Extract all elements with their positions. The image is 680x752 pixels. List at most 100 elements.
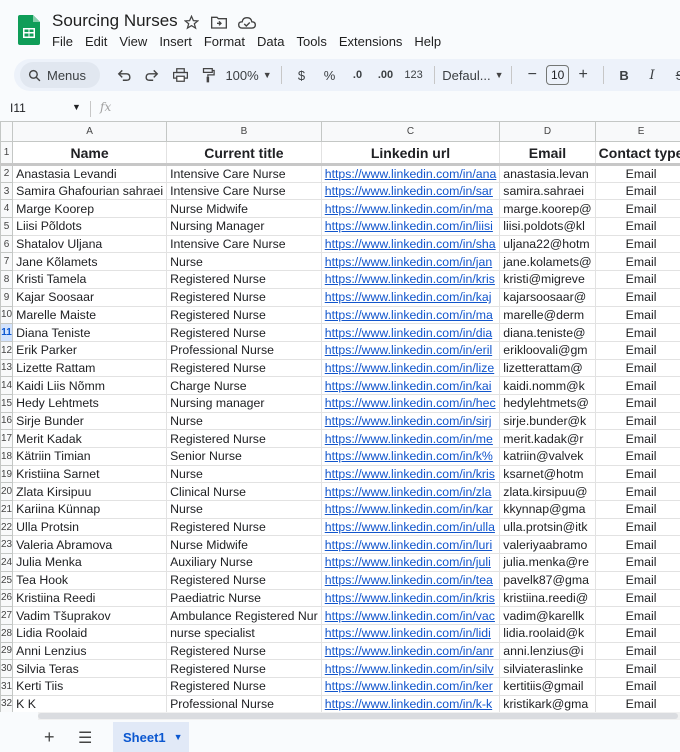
row-header[interactable]: 32 <box>0 694 14 712</box>
menu-edit[interactable]: Edit <box>85 34 113 49</box>
menu-format[interactable]: Format <box>204 34 251 49</box>
cell-contact-type[interactable]: Email <box>594 305 680 325</box>
cell-contact-type[interactable]: Email <box>594 482 680 502</box>
row-header[interactable]: 4 <box>0 199 14 219</box>
cell-title[interactable]: Registered Nurse <box>166 676 322 696</box>
cell-email[interactable]: kertitiis@gmail <box>499 676 596 696</box>
cell-name[interactable]: Erik Parker <box>12 340 168 360</box>
cell-email[interactable]: lizetterattam@ <box>499 358 596 378</box>
row-header[interactable]: 29 <box>0 641 14 661</box>
cell-email[interactable]: ksarnet@hotm <box>499 464 596 484</box>
cell-name[interactable]: Kätriin Timian <box>12 447 168 466</box>
row-header[interactable]: 27 <box>0 606 14 625</box>
cell-contact-type[interactable]: Email <box>594 606 680 625</box>
increase-decimal-button[interactable]: .00 <box>374 63 398 87</box>
sheets-logo-icon[interactable] <box>18 15 40 45</box>
cell-linkedin-url[interactable]: https://www.linkedin.com/in/lidi <box>320 623 501 643</box>
menu-tools[interactable]: Tools <box>296 34 332 49</box>
cell-contact-type[interactable]: Email <box>594 623 680 643</box>
cell-email[interactable]: hedylehtmets@ <box>499 393 596 413</box>
star-icon[interactable] <box>182 13 200 31</box>
column-header-e[interactable]: E <box>594 121 680 142</box>
cell-name[interactable]: Lidia Roolaid <box>12 623 168 643</box>
cell-linkedin-url[interactable]: https://www.linkedin.com/in/sirj <box>320 411 501 431</box>
cell-email[interactable]: kristikark@gma <box>499 694 596 712</box>
cell-linkedin-url[interactable]: https://www.linkedin.com/in/ker <box>320 676 501 696</box>
header-cell-name[interactable]: Name <box>12 141 168 166</box>
document-title[interactable]: Sourcing Nurses <box>52 11 178 31</box>
percent-format-button[interactable]: % <box>318 63 342 87</box>
cell-email[interactable]: kristi@migreve <box>499 270 596 289</box>
cell-email[interactable]: pavelk87@gma <box>499 570 596 590</box>
row-header[interactable]: 16 <box>0 411 14 431</box>
cell-contact-type[interactable]: Email <box>594 411 680 431</box>
cell-title[interactable]: Registered Nurse <box>166 358 322 378</box>
cell-name[interactable]: Lizette Rattam <box>12 358 168 378</box>
cell-email[interactable]: uljana22@hotm <box>499 234 596 254</box>
cell-linkedin-url[interactable]: https://www.linkedin.com/in/sha <box>320 234 501 254</box>
cell-title[interactable]: Registered Nurse <box>166 287 322 307</box>
cell-linkedin-url[interactable]: https://www.linkedin.com/in/juli <box>320 553 501 572</box>
cell-contact-type[interactable]: Email <box>594 270 680 289</box>
cell-name[interactable]: Merit Kadak <box>12 429 168 448</box>
cell-linkedin-url[interactable]: https://www.linkedin.com/in/hec <box>320 393 501 413</box>
cell-email[interactable]: jane.kolamets@ <box>499 252 596 272</box>
cell-email[interactable]: kkynnap@gma <box>499 500 596 519</box>
cell-email[interactable]: zlata.kirsipuu@ <box>499 482 596 502</box>
row-header[interactable]: 11 <box>0 323 14 342</box>
row-header[interactable]: 3 <box>0 181 14 201</box>
cell-name[interactable]: Zlata Kirsipuu <box>12 482 168 502</box>
cell-name[interactable]: Kerti Tiis <box>12 676 168 696</box>
cell-linkedin-url[interactable]: https://www.linkedin.com/in/sar <box>320 181 501 201</box>
cell-name[interactable]: Hedy Lehtmets <box>12 393 168 413</box>
cell-title[interactable]: Clinical Nurse <box>166 482 322 502</box>
cell-linkedin-url[interactable]: https://www.linkedin.com/in/jan <box>320 252 501 272</box>
cell-title[interactable]: Intensive Care Nurse <box>166 234 322 254</box>
cell-name[interactable]: Kajar Soosaar <box>12 287 168 307</box>
menu-help[interactable]: Help <box>414 34 447 49</box>
cell-email[interactable]: julia.menka@re <box>499 553 596 572</box>
cell-linkedin-url[interactable]: https://www.linkedin.com/in/ma <box>320 305 501 325</box>
font-size-input[interactable]: 10 <box>546 65 570 85</box>
row-header[interactable]: 1 <box>0 141 14 166</box>
row-header[interactable]: 22 <box>0 517 14 537</box>
cell-title[interactable]: Ambulance Registered Nur <box>166 606 322 625</box>
cell-contact-type[interactable]: Email <box>594 429 680 448</box>
cell-contact-type[interactable]: Email <box>594 464 680 484</box>
cell-email[interactable]: silviateraslinke <box>499 659 596 678</box>
cell-name[interactable]: Ulla Protsin <box>12 517 168 537</box>
decrease-decimal-button[interactable]: .0 <box>346 63 370 87</box>
row-header[interactable]: 15 <box>0 393 14 413</box>
cell-linkedin-url[interactable]: https://www.linkedin.com/in/me <box>320 429 501 448</box>
cell-name[interactable]: Anastasia Levandi <box>12 164 168 183</box>
header-cell-email[interactable]: Email <box>499 141 596 166</box>
cell-email[interactable]: kaidi.nomm@k <box>499 376 596 395</box>
row-header[interactable]: 19 <box>0 464 14 484</box>
row-header[interactable]: 13 <box>0 358 14 378</box>
cell-name[interactable]: Kariina Künnap <box>12 500 168 519</box>
cell-linkedin-url[interactable]: https://www.linkedin.com/in/ma <box>320 199 501 219</box>
cell-email[interactable]: liisi.poldots@kl <box>499 217 596 236</box>
row-header[interactable]: 20 <box>0 482 14 502</box>
cell-contact-type[interactable]: Email <box>594 570 680 590</box>
cell-title[interactable]: Registered Nurse <box>166 305 322 325</box>
row-header[interactable]: 23 <box>0 535 14 555</box>
cell-linkedin-url[interactable]: https://www.linkedin.com/in/ana <box>320 164 501 183</box>
cell-name[interactable]: K K <box>12 694 168 712</box>
row-header[interactable]: 7 <box>0 252 14 272</box>
cell-name[interactable]: Kaidi Liis Nõmm <box>12 376 168 395</box>
row-header[interactable]: 21 <box>0 500 14 519</box>
cell-linkedin-url[interactable]: https://www.linkedin.com/in/anr <box>320 641 501 661</box>
cell-title[interactable]: Auxiliary Nurse <box>166 553 322 572</box>
row-header[interactable]: 14 <box>0 376 14 395</box>
select-all-corner[interactable] <box>0 121 14 142</box>
column-header-d[interactable]: D <box>499 121 596 142</box>
italic-button[interactable]: I <box>640 63 664 87</box>
cell-email[interactable]: sirje.bunder@k <box>499 411 596 431</box>
cell-email[interactable]: merit.kadak@r <box>499 429 596 448</box>
row-header[interactable]: 10 <box>0 305 14 325</box>
cell-email[interactable]: samira.sahraei <box>499 181 596 201</box>
cell-linkedin-url[interactable]: https://www.linkedin.com/in/liisi <box>320 217 501 236</box>
cell-title[interactable]: nurse specialist <box>166 623 322 643</box>
row-header[interactable]: 17 <box>0 429 14 448</box>
